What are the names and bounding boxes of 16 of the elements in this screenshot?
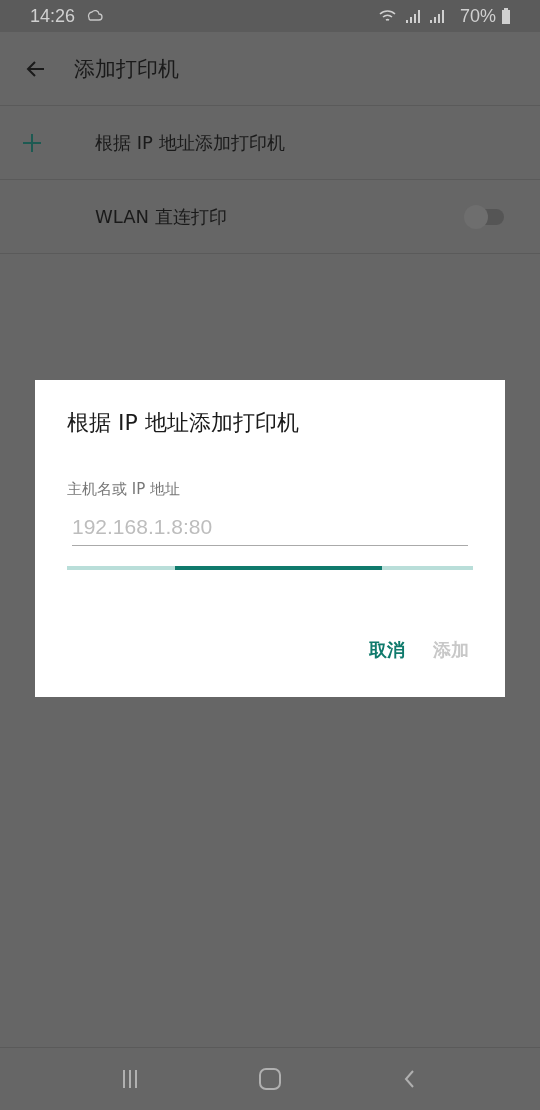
plus-icon — [22, 132, 42, 153]
list-item[interactable]: WLAN 直连打印 — [0, 180, 540, 254]
wifi-icon — [377, 8, 398, 24]
field-label: 主机名或 IP 地址 — [67, 480, 181, 499]
battery-percent: 70% — [459, 5, 496, 27]
dialog-title: 根据 IP 地址添加打印机 — [67, 409, 300, 437]
dialog-button[interactable]: 取消 — [359, 632, 415, 668]
list-item[interactable]: 根据 IP 地址添加打印机 — [0, 106, 540, 180]
page-title: 添加打印机 — [74, 55, 179, 83]
item-label: 根据 IP 地址添加打印机 — [95, 130, 285, 155]
item-label: WLAN 直连打印 — [95, 204, 227, 229]
battery-icon — [502, 8, 510, 24]
input-field[interactable]: 192.168.1.8:80 — [72, 515, 468, 546]
clock: 14:26 — [30, 5, 76, 27]
home-icon[interactable] — [258, 1067, 282, 1091]
weather-icon — [85, 8, 104, 24]
